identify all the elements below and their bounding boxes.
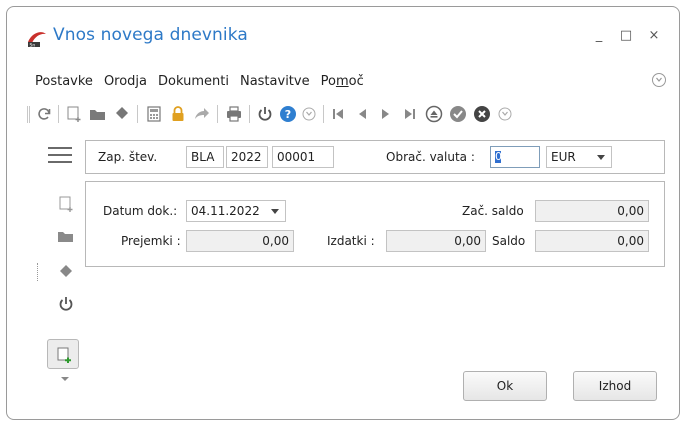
more-icon[interactable] bbox=[496, 105, 514, 123]
toolbar-separator bbox=[137, 105, 138, 123]
maximize-button[interactable]: □ bbox=[618, 28, 634, 44]
hamburger-line bbox=[48, 147, 72, 149]
open-folder-icon[interactable] bbox=[57, 227, 75, 245]
ok-button[interactable]: Ok bbox=[463, 371, 547, 401]
receipts-label: Prejemki : bbox=[121, 234, 181, 248]
lock-icon[interactable] bbox=[169, 105, 187, 123]
eraser-icon[interactable] bbox=[57, 263, 75, 281]
new-document-icon[interactable] bbox=[57, 195, 75, 213]
collapse-ribbon-icon[interactable] bbox=[650, 71, 668, 89]
menu-help-mnemonic: m bbox=[335, 74, 349, 89]
new-document-icon[interactable] bbox=[65, 105, 83, 123]
exit-button[interactable]: Izhod bbox=[573, 371, 657, 401]
close-button[interactable]: × bbox=[646, 28, 662, 44]
menu-item-dokumenti[interactable]: Dokumenti bbox=[158, 74, 229, 94]
record-prefix-field[interactable]: BLA bbox=[186, 146, 224, 168]
eraser-icon[interactable] bbox=[113, 105, 131, 123]
start-balance-label: Zač. saldo bbox=[462, 204, 524, 218]
balance-label: Saldo bbox=[492, 234, 526, 248]
start-balance-field: 0,00 bbox=[535, 200, 649, 222]
last-record-icon[interactable] bbox=[401, 105, 419, 123]
journal-entry-window: Sn Vnos novega dnevnika _ □ × Postavke O… bbox=[6, 6, 680, 420]
forward-arrow-icon[interactable] bbox=[193, 105, 211, 123]
document-date-select[interactable]: 04.11.2022 bbox=[186, 200, 286, 222]
print-icon[interactable] bbox=[225, 105, 243, 123]
more-options-arrow-icon[interactable] bbox=[61, 377, 69, 381]
hamburger-menu-icon[interactable] bbox=[48, 147, 72, 165]
document-header: Zap. štev. BLA 2022 00001 Obrač. valuta … bbox=[85, 140, 665, 174]
record-year-field[interactable]: 2022 bbox=[226, 146, 268, 168]
open-folder-icon[interactable] bbox=[89, 105, 107, 123]
menu-help-text-a: Po bbox=[320, 74, 336, 89]
svg-text:Sn: Sn bbox=[30, 42, 36, 48]
first-record-icon[interactable] bbox=[329, 105, 347, 123]
document-date-value: 04.11.2022 bbox=[191, 204, 260, 218]
eject-icon[interactable] bbox=[425, 105, 443, 123]
currency-select-value: EUR bbox=[551, 150, 576, 164]
app-logo-icon: Sn bbox=[28, 32, 46, 48]
new-record-button[interactable] bbox=[47, 339, 79, 369]
power-icon[interactable] bbox=[256, 105, 274, 123]
currency-code-field[interactable]: 0 bbox=[490, 146, 540, 168]
toolbar-separator bbox=[323, 105, 324, 123]
menu-item-nastavitve[interactable]: Nastavitve bbox=[240, 74, 310, 94]
cancel-icon[interactable] bbox=[473, 105, 491, 123]
menu-item-pomoc[interactable]: Pomoč bbox=[321, 74, 364, 94]
minimize-button[interactable]: _ bbox=[591, 28, 607, 44]
confirm-icon[interactable] bbox=[449, 105, 467, 123]
toolbar-separator bbox=[249, 105, 250, 123]
new-document-icon bbox=[57, 347, 71, 363]
currency-label: Obrač. valuta : bbox=[386, 150, 475, 164]
menu-bar: Postavke Orodja Dokumenti Nastavitve Pom… bbox=[35, 74, 364, 94]
toolbar-separator bbox=[58, 105, 59, 123]
record-number-field[interactable]: 00001 bbox=[272, 146, 334, 168]
side-divider bbox=[37, 263, 38, 281]
chevron-down-icon bbox=[271, 209, 279, 214]
menu-help-text-b: oč bbox=[348, 74, 364, 89]
next-record-icon[interactable] bbox=[377, 105, 395, 123]
hamburger-line bbox=[48, 161, 72, 163]
previous-record-icon[interactable] bbox=[353, 105, 371, 123]
svg-text:?: ? bbox=[285, 108, 291, 121]
balance-field: 0,00 bbox=[535, 230, 649, 252]
hamburger-line bbox=[48, 154, 72, 156]
help-icon[interactable]: ? bbox=[279, 105, 297, 123]
collapse-icon[interactable] bbox=[300, 105, 318, 123]
expenses-field: 0,00 bbox=[386, 230, 486, 252]
currency-select[interactable]: EUR bbox=[546, 146, 612, 168]
title-bar: Sn Vnos novega dnevnika _ □ × bbox=[7, 7, 679, 63]
power-icon[interactable] bbox=[57, 295, 75, 313]
journal-details-panel: Datum dok.: 04.11.2022 Zač. saldo 0,00 P… bbox=[85, 181, 665, 267]
document-date-label: Datum dok.: bbox=[103, 204, 178, 218]
toolbar: ? bbox=[27, 103, 647, 127]
toolbar-grip bbox=[27, 106, 30, 123]
currency-code-caret: 0 bbox=[495, 149, 502, 163]
window-title: Vnos novega dnevnika bbox=[53, 25, 248, 45]
record-number-label: Zap. štev. bbox=[98, 150, 158, 164]
receipts-field: 0,00 bbox=[186, 230, 294, 252]
toolbar-separator bbox=[217, 105, 218, 123]
calculator-icon[interactable] bbox=[145, 105, 163, 123]
menu-item-orodja[interactable]: Orodja bbox=[104, 74, 147, 94]
chevron-down-icon bbox=[597, 155, 605, 160]
expenses-label: Izdatki : bbox=[327, 234, 375, 248]
menu-item-postavke[interactable]: Postavke bbox=[35, 74, 93, 94]
refresh-icon[interactable] bbox=[35, 105, 53, 123]
